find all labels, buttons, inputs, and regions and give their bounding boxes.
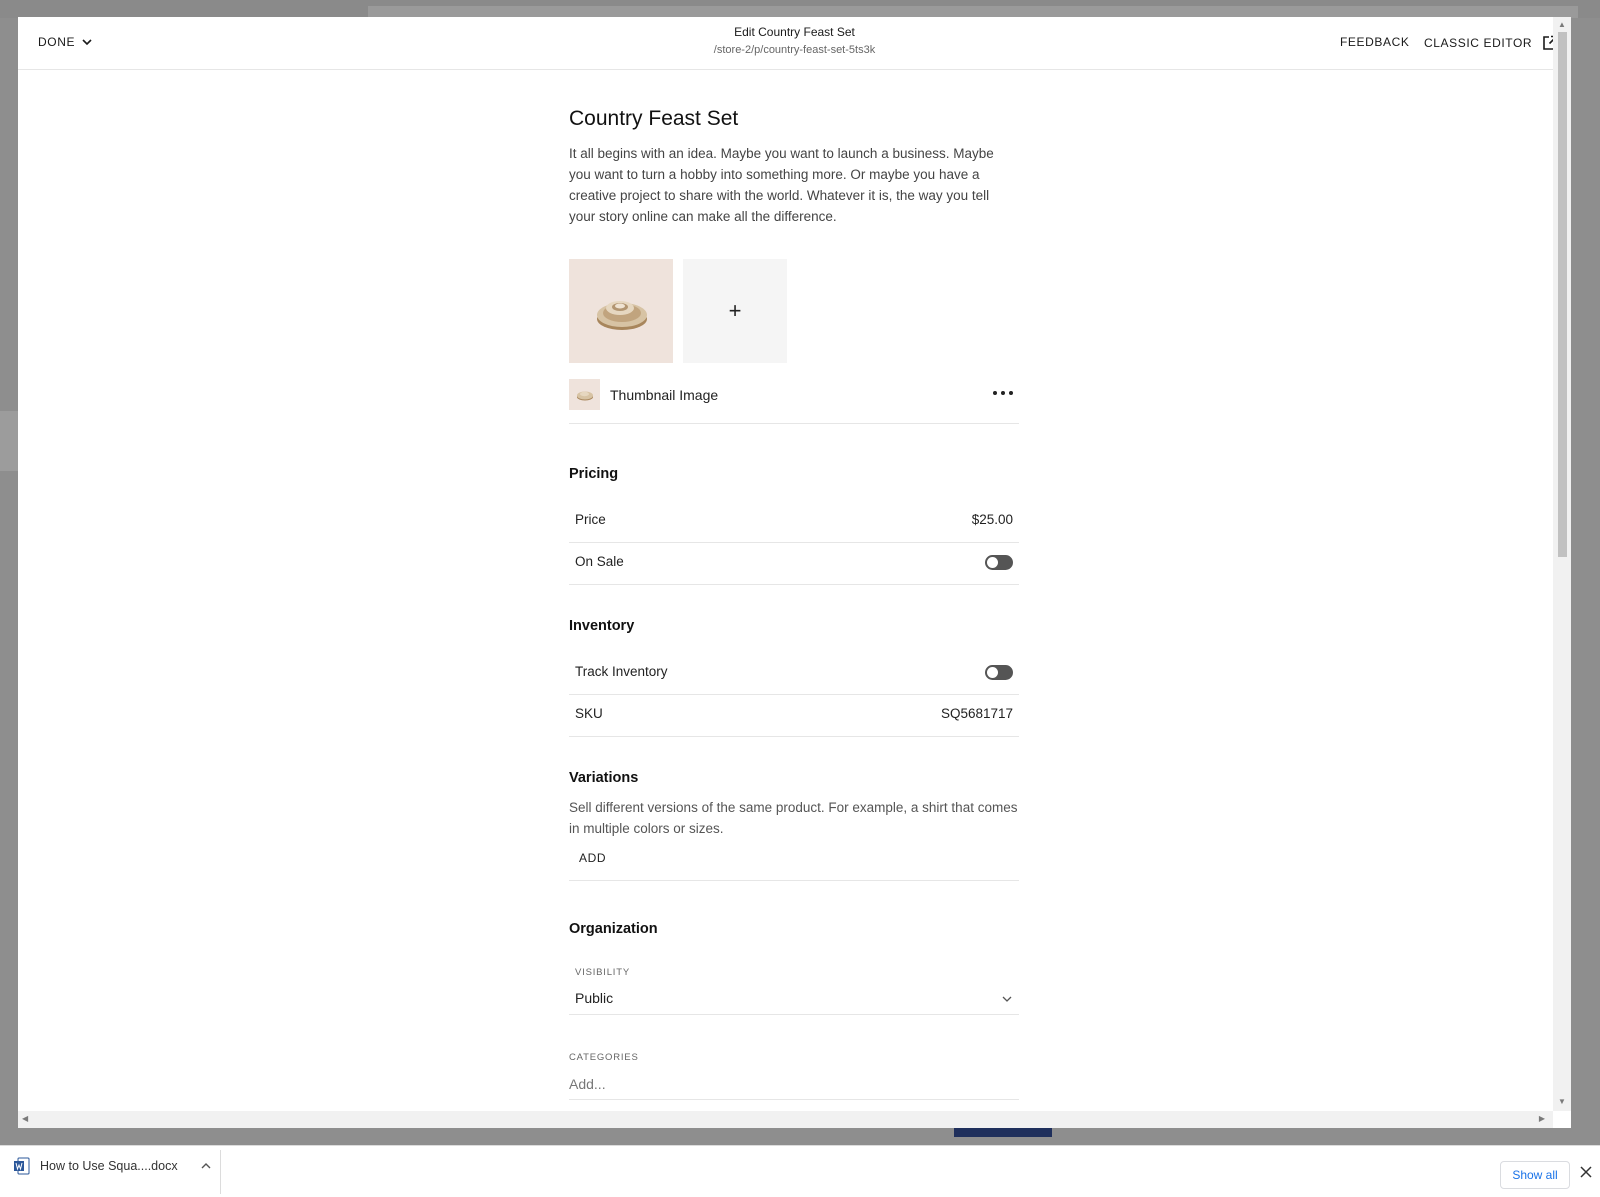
plate-set-image xyxy=(597,301,647,330)
visibility-label: VISIBILITY xyxy=(575,967,630,978)
scroll-left-arrow[interactable]: ◀ xyxy=(22,1114,28,1123)
chevron-up-icon[interactable] xyxy=(200,1160,212,1172)
visibility-value: Public xyxy=(575,990,614,1006)
categories-label: CATEGORIES xyxy=(569,1052,639,1063)
thumbnail-plate-image xyxy=(577,391,593,401)
visibility-select[interactable]: Public xyxy=(569,984,1019,1015)
toggle-knob xyxy=(987,557,998,568)
price-value[interactable]: $25.00 xyxy=(972,512,1013,527)
feedback-button[interactable]: FEEDBACK xyxy=(1340,35,1409,49)
variations-heading: Variations xyxy=(569,770,639,786)
backdrop-bar xyxy=(954,1127,1052,1137)
product-description[interactable]: It all begins with an idea. Maybe you wa… xyxy=(569,143,1019,227)
toggle-knob xyxy=(987,667,998,678)
vertical-scrollbar[interactable]: ▲ ▼ xyxy=(1553,17,1571,1111)
horizontal-scrollbar[interactable]: ◀ ▶ xyxy=(18,1111,1553,1128)
page-url: /store-2/p/country-feast-set-5ts3k xyxy=(713,44,876,56)
track-inventory-row: Track Inventory xyxy=(569,652,1019,695)
price-row[interactable]: Price $25.00 xyxy=(569,500,1019,543)
product-image[interactable] xyxy=(569,259,673,363)
download-item[interactable]: How to Use Squa....docx xyxy=(14,1157,212,1175)
categories-input[interactable] xyxy=(569,1069,1019,1100)
chevron-down-icon xyxy=(1002,996,1012,1002)
word-doc-icon xyxy=(14,1157,30,1175)
plus-icon: + xyxy=(728,298,742,323)
download-separator xyxy=(220,1150,221,1194)
download-bar: How to Use Squa....docx Show all xyxy=(0,1145,1600,1197)
on-sale-row: On Sale xyxy=(569,542,1019,585)
add-image-button[interactable]: + xyxy=(683,259,787,363)
pricing-heading: Pricing xyxy=(569,466,619,482)
scroll-right-arrow[interactable]: ▶ xyxy=(1539,1114,1545,1123)
more-icon[interactable] xyxy=(991,383,1015,403)
on-sale-label: On Sale xyxy=(575,554,624,569)
modal-title: Edit Country Feast Set xyxy=(734,25,855,39)
scroll-down-arrow[interactable]: ▼ xyxy=(1558,1097,1566,1106)
organization-heading: Organization xyxy=(569,921,658,937)
sku-label: SKU xyxy=(575,706,603,721)
scrollbar-thumb[interactable] xyxy=(1558,32,1567,557)
thumbnail-row[interactable]: Thumbnail Image xyxy=(569,379,1019,424)
product-title[interactable]: Country Feast Set xyxy=(569,107,738,131)
close-icon[interactable] xyxy=(1580,1166,1592,1178)
classic-editor-label: CLASSIC EDITOR xyxy=(1424,36,1533,50)
on-sale-toggle[interactable] xyxy=(985,555,1013,570)
download-file-name: How to Use Squa....docx xyxy=(40,1159,178,1173)
inventory-heading: Inventory xyxy=(569,618,635,634)
thumbnail-label: Thumbnail Image xyxy=(610,387,719,403)
modal-header: DONE Edit Country Feast Set /store-2/p/c… xyxy=(18,17,1571,70)
variations-description: Sell different versions of the same prod… xyxy=(569,800,1018,836)
sku-row[interactable]: SKU SQ5681717 xyxy=(569,694,1019,737)
track-inventory-label: Track Inventory xyxy=(575,664,668,679)
track-inventory-toggle[interactable] xyxy=(985,665,1013,680)
classic-editor-button[interactable]: CLASSIC EDITOR xyxy=(1424,35,1558,51)
scroll-up-arrow[interactable]: ▲ xyxy=(1558,20,1566,29)
show-all-button[interactable]: Show all xyxy=(1500,1161,1570,1189)
variations-divider xyxy=(569,880,1019,881)
add-variation-button[interactable]: ADD xyxy=(579,851,606,865)
thumbnail-preview xyxy=(569,379,600,410)
edit-product-modal: DONE Edit Country Feast Set /store-2/p/c… xyxy=(18,17,1571,1128)
sku-value[interactable]: SQ5681717 xyxy=(941,706,1013,721)
price-label: Price xyxy=(575,512,606,527)
backdrop-left-tab xyxy=(0,411,18,471)
